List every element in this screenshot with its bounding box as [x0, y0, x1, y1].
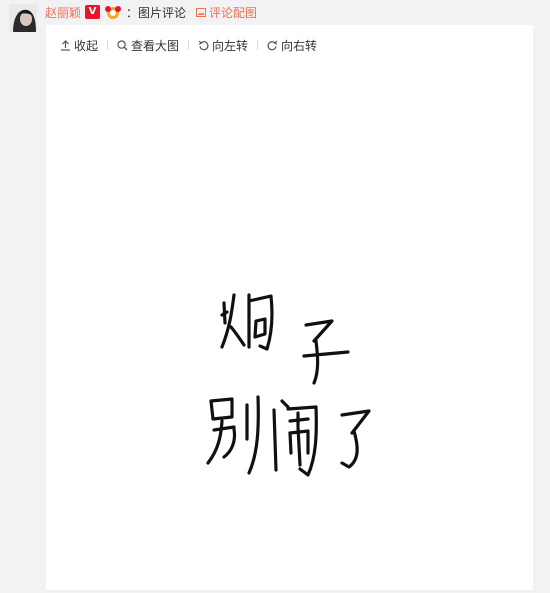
comment-text: ：图片评论	[126, 5, 187, 20]
avatar-image	[9, 4, 37, 32]
comment-image[interactable]	[46, 65, 533, 590]
image-icon	[196, 7, 207, 17]
rotate-right-label: 向右转	[281, 38, 318, 53]
rotate-left-icon	[198, 40, 209, 50]
reply-with-image-label: 评论配图	[209, 5, 258, 20]
reply-with-image-link[interactable]: 评论配图	[196, 4, 257, 21]
toolbar-divider	[107, 40, 109, 50]
rotate-left-button[interactable]: 向左转	[198, 37, 248, 54]
toolbar-divider	[257, 40, 259, 50]
vip-badge-icon[interactable]	[104, 5, 122, 19]
collapse-up-icon	[61, 39, 70, 51]
verified-badge-icon[interactable]: V	[85, 5, 101, 19]
handwriting-image	[206, 293, 371, 477]
image-toolbar: 收起 查看大图 向左转 向右转	[60, 37, 317, 53]
collapse-button[interactable]: 收起	[60, 37, 98, 54]
view-large-label: 查看大图	[131, 38, 180, 53]
handwriting-line1	[220, 293, 350, 385]
collapse-label: 收起	[74, 38, 99, 53]
rotate-left-label: 向左转	[212, 38, 249, 53]
rotate-right-icon	[267, 40, 278, 50]
expanded-image-panel: 收起 查看大图 向左转 向右转	[46, 25, 533, 590]
view-large-button[interactable]: 查看大图	[117, 37, 179, 54]
magnifier-icon	[117, 39, 128, 50]
toolbar-divider	[188, 40, 190, 50]
avatar[interactable]	[9, 4, 37, 32]
rotate-right-button[interactable]: 向右转	[267, 37, 317, 54]
username-link[interactable]: 赵丽颖	[45, 4, 81, 21]
comment-header: 赵丽颖 V ：图片评论 评论配图	[45, 3, 257, 21]
handwriting-line2	[206, 395, 371, 477]
